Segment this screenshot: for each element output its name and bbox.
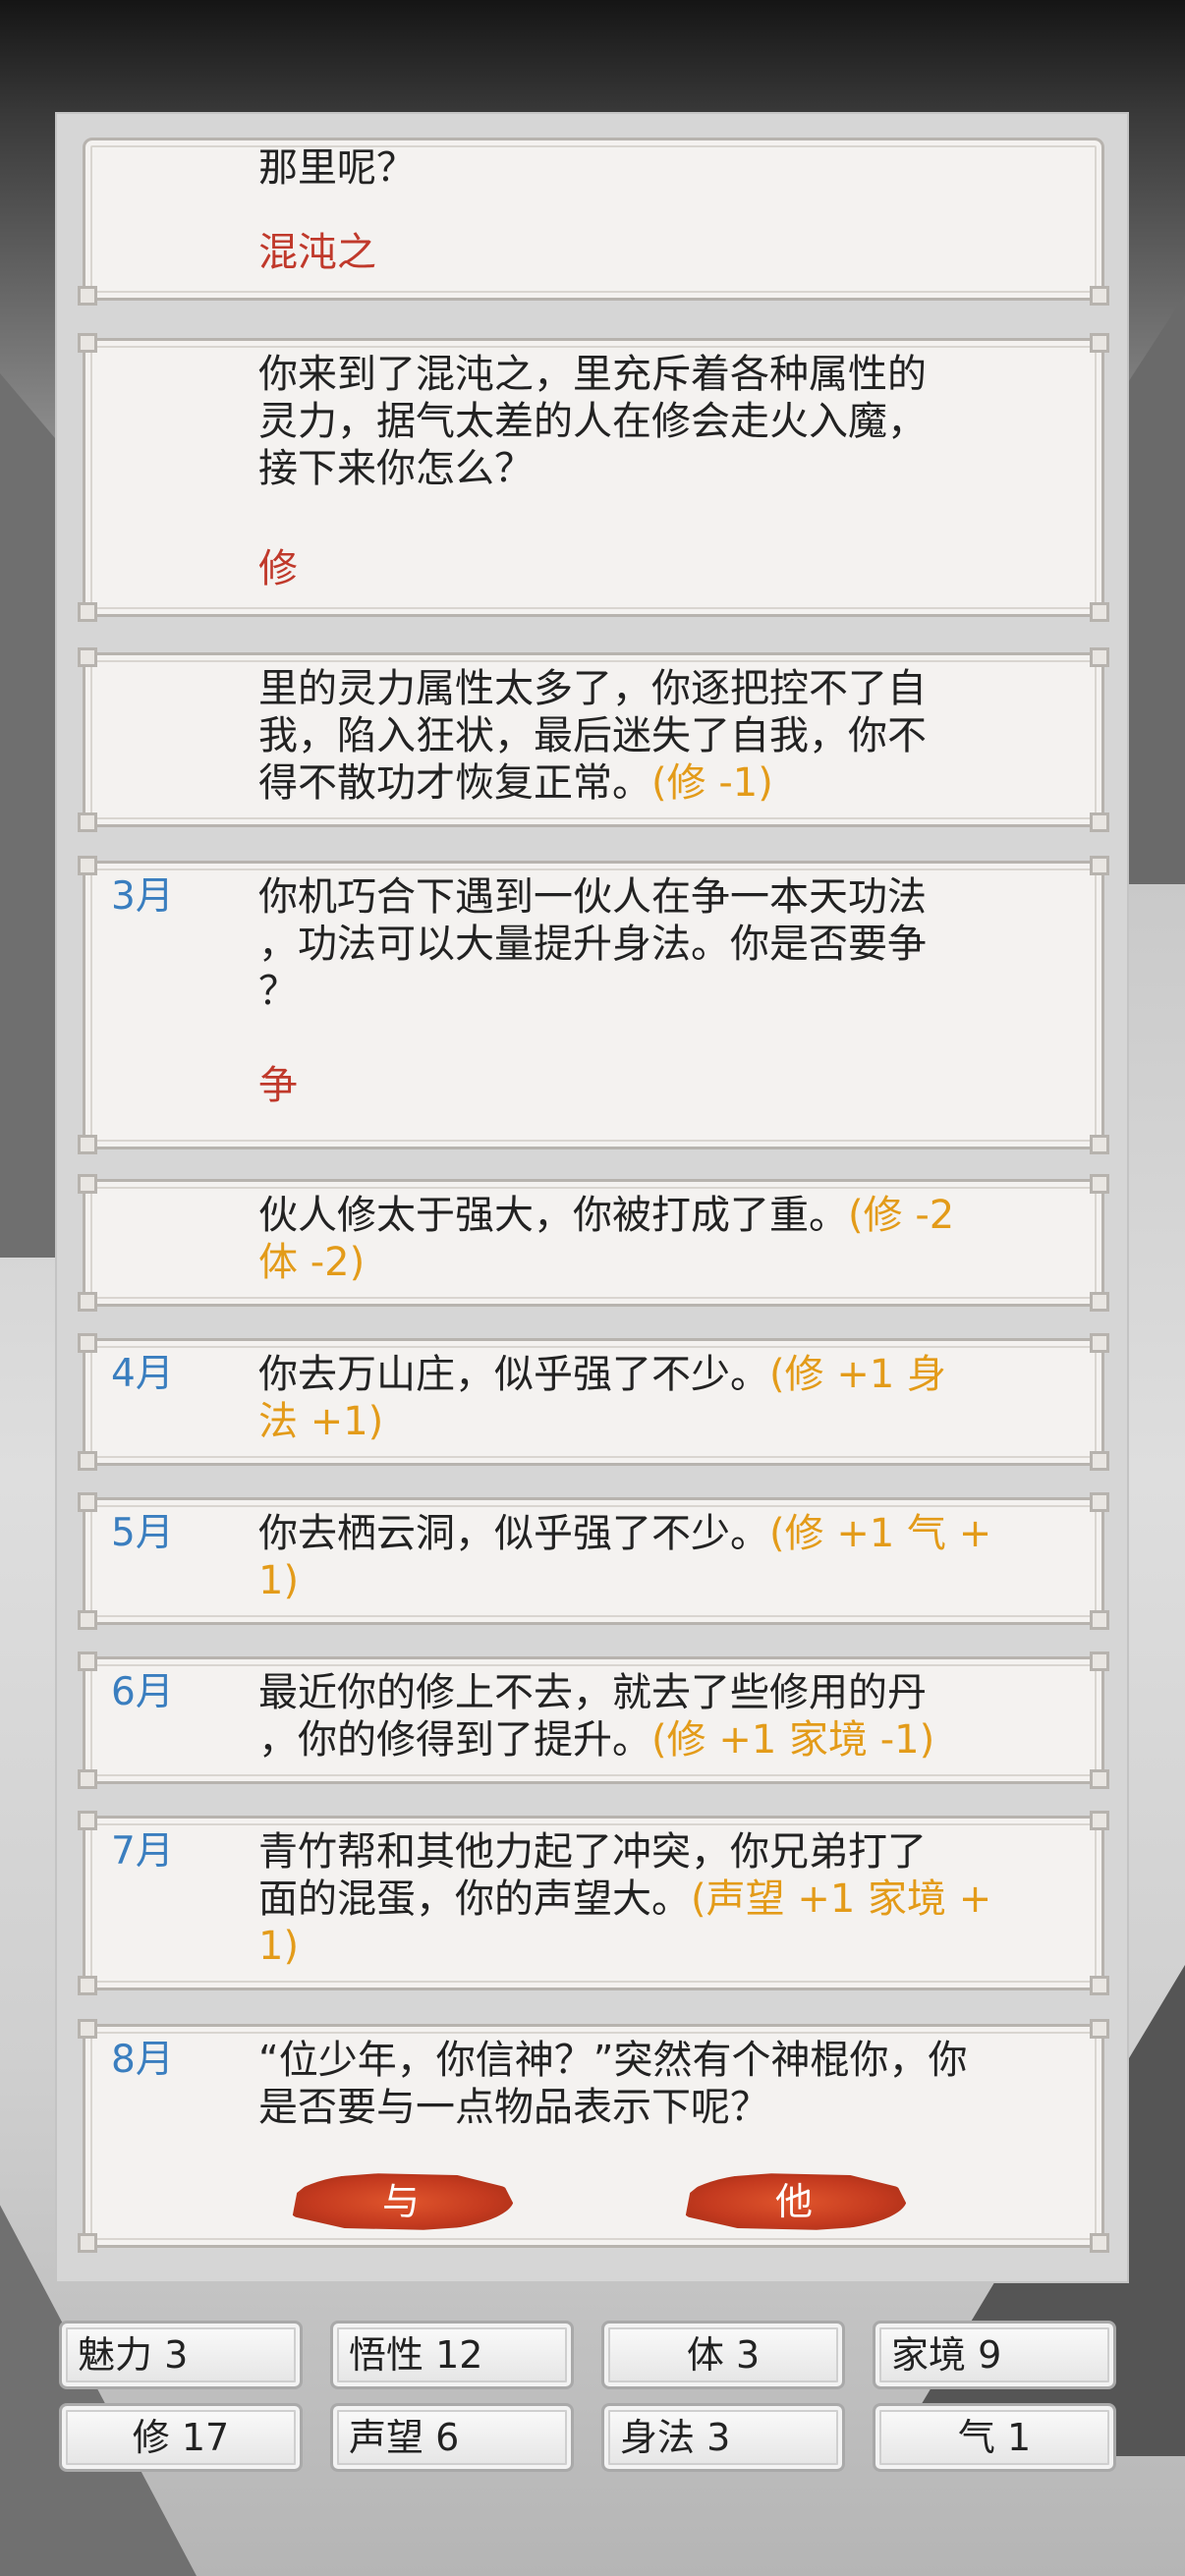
stat-qi: 气 1 bbox=[873, 2403, 1116, 2472]
stat-body: 体 3 bbox=[601, 2321, 845, 2389]
event-effect: 体 -2) bbox=[258, 1240, 366, 1285]
event-text: 你去万山庄，似乎强了不少。(修 +1 身 法 +1) bbox=[258, 1351, 1052, 1445]
event-month: 6月 bbox=[111, 1670, 174, 1714]
event-text: 你来到了混沌之，里充斥着各种属性的 灵力，据气太差的人在修会走火入魔， 接下来你怎么… bbox=[258, 352, 927, 491]
event-log-panel[interactable]: 那里呢？ 混沌之 你来到了混沌之，里充斥着各种属性的 灵力，据气太差的人在修会走火… bbox=[55, 112, 1129, 2283]
event-card: 3月 你机巧合下遇到一伙人在争一本天功法 ，功法可以大量提升身法。你是否要争？ 争 bbox=[78, 856, 1109, 1154]
event-card: 7月 青竹帮和其他力起了冲突，你兄弟打了 面的混蛋，你的声望大。(声望 +1 家… bbox=[78, 1811, 1109, 1995]
event-card: 4月 你去万山庄，似乎强了不少。(修 +1 身 法 +1) bbox=[78, 1333, 1109, 1471]
give-option-button[interactable]: 与 bbox=[292, 2173, 514, 2230]
event-card: 5月 你去栖云洞，似乎强了不少。(修 +1 气 + 1) bbox=[78, 1492, 1109, 1630]
event-choice: 争 bbox=[258, 1063, 298, 1108]
event-card: 那里呢？ 混沌之 bbox=[78, 138, 1109, 306]
event-effect: 1) bbox=[258, 1558, 300, 1603]
event-effect: (修 +1 身 bbox=[769, 1352, 946, 1397]
event-effect: (修 -1) bbox=[651, 760, 773, 806]
event-card-current: 8月 “位少年，你信神？”突然有个神棍你，你 是否要与一点物品表示下呢？ 与 他 bbox=[78, 2019, 1109, 2253]
event-card: 6月 最近你的修上不去，就去了些修用的丹 ，你的修得到了提升。(修 +1 家境 … bbox=[78, 1652, 1109, 1789]
other-option-button[interactable]: 他 bbox=[685, 2173, 907, 2230]
event-month: 3月 bbox=[111, 874, 174, 919]
stat-cultivation: 修 17 bbox=[59, 2403, 303, 2472]
event-card: 你来到了混沌之，里充斥着各种属性的 灵力，据气太差的人在修会走火入魔， 接下来你怎么… bbox=[78, 333, 1109, 622]
event-text: 伙人修太于强大，你被打成了重。(修 -2 体 -2) bbox=[258, 1192, 1052, 1286]
event-effect: 1) bbox=[258, 1924, 300, 1969]
event-month: 8月 bbox=[111, 2038, 174, 2082]
event-effect: (声望 +1 家境 + bbox=[691, 1876, 992, 1922]
event-text: 那里呢？ bbox=[258, 145, 416, 191]
event-card: 里的灵力属性太多了，你逐把控不了自 我，陷入狂状，最后迷失了自我，你不 得不散功才… bbox=[78, 647, 1109, 832]
stat-agility: 身法 3 bbox=[601, 2403, 845, 2472]
stat-reputation: 声望 6 bbox=[330, 2403, 574, 2472]
stat-charm: 魅力 3 bbox=[59, 2321, 303, 2389]
event-text: 你机巧合下遇到一伙人在争一本天功法 ，功法可以大量提升身法。你是否要争？ bbox=[258, 874, 927, 1014]
event-effect: (修 +1 家境 -1) bbox=[651, 1717, 935, 1763]
event-month: 5月 bbox=[111, 1511, 174, 1555]
event-card: 伙人修太于强大，你被打成了重。(修 -2 体 -2) bbox=[78, 1174, 1109, 1312]
event-choice: 修 bbox=[258, 546, 298, 591]
event-choice: 混沌之 bbox=[258, 230, 376, 275]
event-text: 你去栖云洞，似乎强了不少。(修 +1 气 + 1) bbox=[258, 1510, 1052, 1604]
event-month: 4月 bbox=[111, 1352, 174, 1396]
event-effect: (修 -2 bbox=[848, 1193, 955, 1238]
event-text: 里的灵力属性太多了，你逐把控不了自 我，陷入狂状，最后迷失了自我，你不 得不散功才… bbox=[258, 666, 927, 806]
event-text: “位少年，你信神？”突然有个神棍你，你 是否要与一点物品表示下呢？ bbox=[258, 2038, 968, 2130]
event-month: 7月 bbox=[111, 1829, 174, 1874]
event-text: 最近你的修上不去，就去了些修用的丹 ，你的修得到了提升。(修 +1 家境 -1) bbox=[258, 1670, 935, 1763]
event-effect: (修 +1 气 + bbox=[769, 1511, 992, 1556]
stat-family: 家境 9 bbox=[873, 2321, 1116, 2389]
stat-comprehension: 悟性 12 bbox=[330, 2321, 574, 2389]
event-text: 青竹帮和其他力起了冲突，你兄弟打了 面的混蛋，你的声望大。(声望 +1 家境 +… bbox=[258, 1828, 1052, 1970]
event-effect: 法 +1) bbox=[258, 1399, 384, 1444]
